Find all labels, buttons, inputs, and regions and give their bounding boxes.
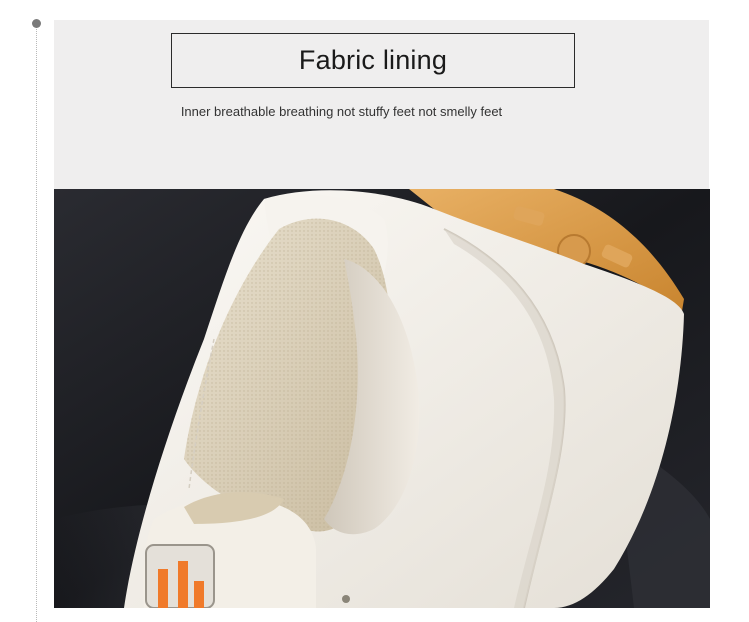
section-subtitle: Inner breathable breathing not stuffy fe… bbox=[180, 104, 503, 119]
logo-mark bbox=[158, 569, 168, 608]
timeline-divider bbox=[36, 22, 37, 622]
eyelet bbox=[342, 595, 350, 603]
product-detail-section: Fabric lining Inner breathable breathing… bbox=[0, 0, 749, 622]
title-frame: Fabric lining bbox=[171, 33, 575, 88]
logo-mark bbox=[178, 561, 188, 608]
shoe-lining-photo bbox=[54, 189, 710, 608]
section-title: Fabric lining bbox=[298, 45, 448, 75]
timeline-dot bbox=[32, 19, 41, 28]
logo-mark bbox=[194, 581, 204, 608]
